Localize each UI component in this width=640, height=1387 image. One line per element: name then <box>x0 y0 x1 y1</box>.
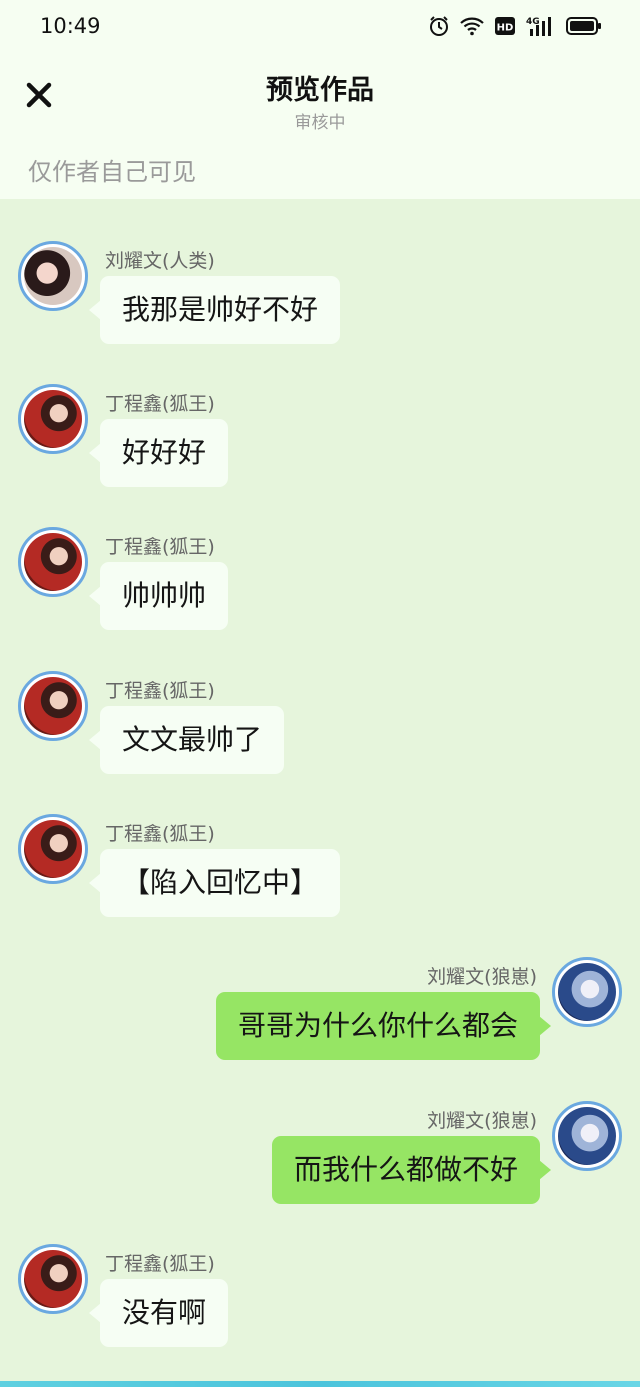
status-bar: 10:49 HD 4G <box>0 0 640 56</box>
svg-text:HD: HD <box>497 23 514 34</box>
header: 预览作品 审核中 仅作者自己可见 <box>0 56 640 199</box>
chat-message: 刘耀文(狼崽) 而我什么都做不好 <box>0 1101 640 1221</box>
message-bubble[interactable]: 我那是帅好不好 <box>88 276 341 344</box>
chat-message: 丁程鑫(狐王) 【陷入回忆中】 <box>0 814 640 934</box>
chat-message: 丁程鑫(狐王) 文文最帅了 <box>0 671 640 791</box>
wifi-icon <box>460 16 484 36</box>
sender-name: 丁程鑫(狐王) <box>105 680 215 702</box>
avatar-fox[interactable] <box>18 527 88 597</box>
sender-name: 丁程鑫(狐王) <box>105 536 215 558</box>
avatar-fox[interactable] <box>18 1244 88 1314</box>
message-bubble[interactable]: 而我什么都做不好 <box>271 1136 552 1204</box>
review-status: 审核中 <box>294 113 346 133</box>
chat-message: 丁程鑫(狐王) 没有啊 <box>0 1244 640 1364</box>
avatar-fox[interactable] <box>18 384 88 454</box>
sender-name: 丁程鑫(狐王) <box>105 1253 215 1275</box>
page-title: 预览作品 <box>266 75 374 106</box>
chat-list[interactable]: 刘耀文(人类) 我那是帅好不好 丁程鑫(狐王) 好好好 丁程鑫(狐王) 帅帅帅 … <box>0 199 640 1379</box>
message-bubble[interactable]: 帅帅帅 <box>88 562 229 630</box>
alarm-icon <box>428 15 450 37</box>
bottom-progress-bar <box>0 1381 640 1387</box>
message-bubble[interactable]: 【陷入回忆中】 <box>88 849 341 917</box>
avatar-wolf[interactable] <box>552 1101 622 1171</box>
chat-message: 丁程鑫(狐王) 好好好 <box>0 384 640 504</box>
message-bubble[interactable]: 文文最帅了 <box>88 706 285 774</box>
status-icons: HD 4G <box>428 15 602 37</box>
avatar-human[interactable] <box>18 241 88 311</box>
message-bubble[interactable]: 哥哥为什么你什么都会 <box>215 992 552 1060</box>
avatar-fox[interactable] <box>18 671 88 741</box>
avatar-wolf[interactable] <box>552 957 622 1027</box>
sender-name: 丁程鑫(狐王) <box>105 823 215 845</box>
chat-message: 丁程鑫(狐王) 帅帅帅 <box>0 527 640 647</box>
sender-name: 刘耀文(人类) <box>105 250 215 272</box>
hd-icon: HD <box>494 16 516 36</box>
battery-icon <box>566 16 602 36</box>
sender-name: 刘耀文(狼崽) <box>427 1110 537 1132</box>
message-bubble[interactable]: 好好好 <box>88 419 229 487</box>
chat-message: 刘耀文(人类) 我那是帅好不好 <box>0 241 640 361</box>
chat-message: 刘耀文(狼崽) 哥哥为什么你什么都会 <box>0 957 640 1077</box>
visibility-note: 仅作者自己可见 <box>28 158 196 186</box>
message-bubble[interactable]: 没有啊 <box>88 1279 229 1347</box>
sender-name: 刘耀文(狼崽) <box>427 966 537 988</box>
avatar-fox[interactable] <box>18 814 88 884</box>
sender-name: 丁程鑫(狐王) <box>105 393 215 415</box>
status-time: 10:49 <box>40 14 101 38</box>
cellular-4g-icon: 4G <box>526 15 556 37</box>
